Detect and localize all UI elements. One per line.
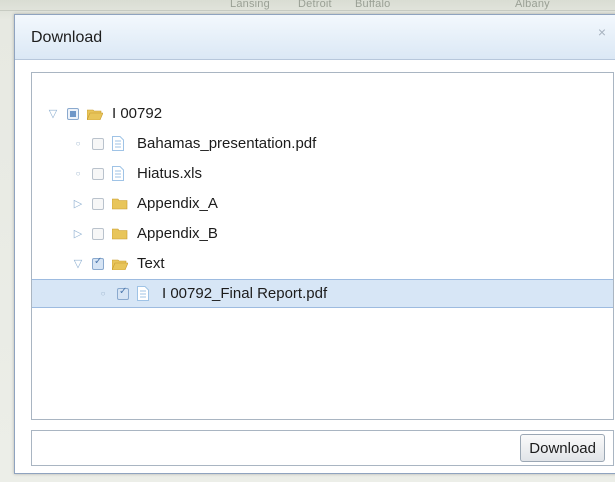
tree-checkbox[interactable] [92,167,104,180]
leaf-node-icon: ○ [75,169,81,178]
tree-item-label: Appendix_A [137,195,218,212]
tree-row[interactable]: ○ Bahamas_presentation.pdf [32,129,613,158]
checkbox-cell [92,189,104,218]
tree-row[interactable]: ▽ I 00792 [32,99,613,128]
close-icon[interactable]: × [598,24,606,40]
folder-icon [112,219,128,248]
checkbox-cell [92,129,104,158]
dialog-footer: Download [31,430,614,466]
tree-item-label: I 00792 [112,105,163,122]
map-label: Lansing [230,0,270,10]
tree-item-label: Hiatus.xls [137,165,203,182]
tree-item-label: Bahamas_presentation.pdf [137,135,317,152]
tree-checkbox[interactable] [67,107,79,120]
tree-row[interactable]: ○ Hiatus.xls [32,159,613,188]
collapse-toggle-icon[interactable]: ▷ [71,219,85,248]
dialog-header: Download × [15,15,615,60]
tree-checkbox[interactable] [117,286,129,300]
file-tree: ▽ I 00792 ○ Bahamas_presentation.pdf ○ Hiatus… [31,72,614,420]
tree-row[interactable]: ▷ Appendix_A [32,189,613,218]
file-icon [137,279,149,308]
map-road [0,10,615,11]
file-icon [112,159,124,188]
checkbox-cell [117,279,129,308]
tree-checkbox[interactable] [92,137,104,150]
tree-item-label: Appendix_B [137,225,218,242]
tree-checkbox[interactable] [92,227,104,240]
expand-toggle-icon[interactable]: ▽ [46,99,60,128]
leaf-node-icon: ○ [100,289,106,298]
file-icon [112,129,124,158]
map-label: Buffalo [355,0,391,10]
checkbox-cell [67,99,79,128]
tree-checkbox[interactable] [92,197,104,210]
dialog-title: Download [31,29,103,46]
tree-row[interactable]: ▷ Appendix_B [32,219,613,248]
tree-checkbox[interactable] [92,256,104,270]
checkbox-cell [92,159,104,188]
map-label: Detroit [298,0,332,10]
checkbox-cell [92,249,104,278]
checkbox-cell [92,219,104,248]
folder-icon [112,189,128,218]
collapse-toggle-icon[interactable]: ▷ [71,189,85,218]
folder-open-icon [112,249,128,278]
tree-item-label: Text [137,255,165,272]
expand-toggle-icon[interactable]: ▽ [71,249,85,278]
map-label: Albany [515,0,550,10]
folder-open-icon [87,99,103,128]
download-dialog: Download × ▽ I 00792 ○ Bahamas_presentation… [14,14,615,474]
download-button[interactable]: Download [520,434,605,462]
leaf-node-icon: ○ [75,139,81,148]
tree-item-label: I 00792_Final Report.pdf [162,285,328,302]
tree-row[interactable]: ▽ Text [32,249,613,278]
tree-row[interactable]: ○ I 00792_Final Report.pdf [32,279,613,308]
